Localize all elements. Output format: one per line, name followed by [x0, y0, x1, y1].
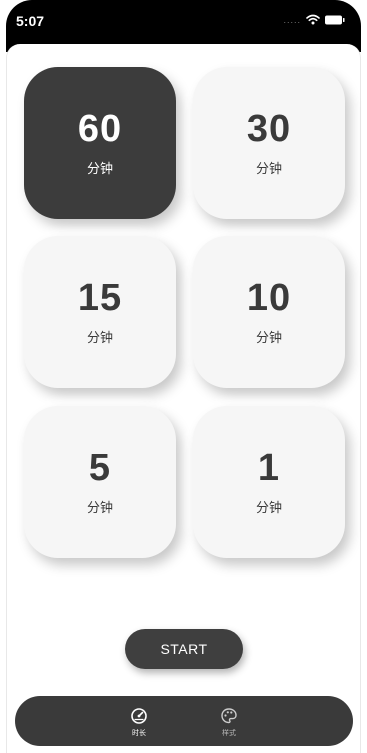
tab-duration[interactable]: 时长 [119, 707, 159, 738]
tab-style[interactable]: 样式 [209, 707, 249, 738]
tab-label: 时长 [132, 729, 146, 737]
timer-option-10[interactable]: 10 分钟 [193, 236, 345, 388]
timer-unit: 分钟 [255, 330, 282, 346]
timer-unit: 分钟 [86, 330, 113, 346]
timer-value: 60 [77, 107, 123, 150]
timer-value: 5 [88, 446, 112, 489]
status-time: 5:07 [16, 13, 45, 29]
timer-value: 1 [257, 446, 281, 489]
timer-unit: 分钟 [86, 161, 113, 177]
timer-option-60[interactable]: 60 分钟 [24, 67, 176, 219]
timer-unit: 分钟 [255, 500, 282, 516]
status-icons: ..... [283, 14, 345, 25]
timer-unit: 分钟 [86, 500, 113, 516]
tab-bar: 时长 样式 [15, 696, 353, 746]
palette-icon [220, 707, 238, 725]
timer-value: 30 [246, 107, 292, 150]
timer-option-30[interactable]: 30 分钟 [193, 67, 345, 219]
timer-option-5[interactable]: 5 分钟 [24, 406, 176, 558]
signal-icon: ..... [283, 14, 301, 25]
wifi-icon [306, 14, 320, 25]
tab-label: 样式 [222, 729, 236, 737]
battery-icon [325, 15, 345, 25]
timer-unit: 分钟 [255, 161, 282, 177]
start-button[interactable]: START [125, 629, 243, 669]
speedometer-icon [130, 707, 148, 725]
timer-option-1[interactable]: 1 分钟 [193, 406, 345, 558]
timer-value: 10 [246, 276, 292, 319]
timer-option-15[interactable]: 15 分钟 [24, 236, 176, 388]
timer-value: 15 [77, 276, 123, 319]
